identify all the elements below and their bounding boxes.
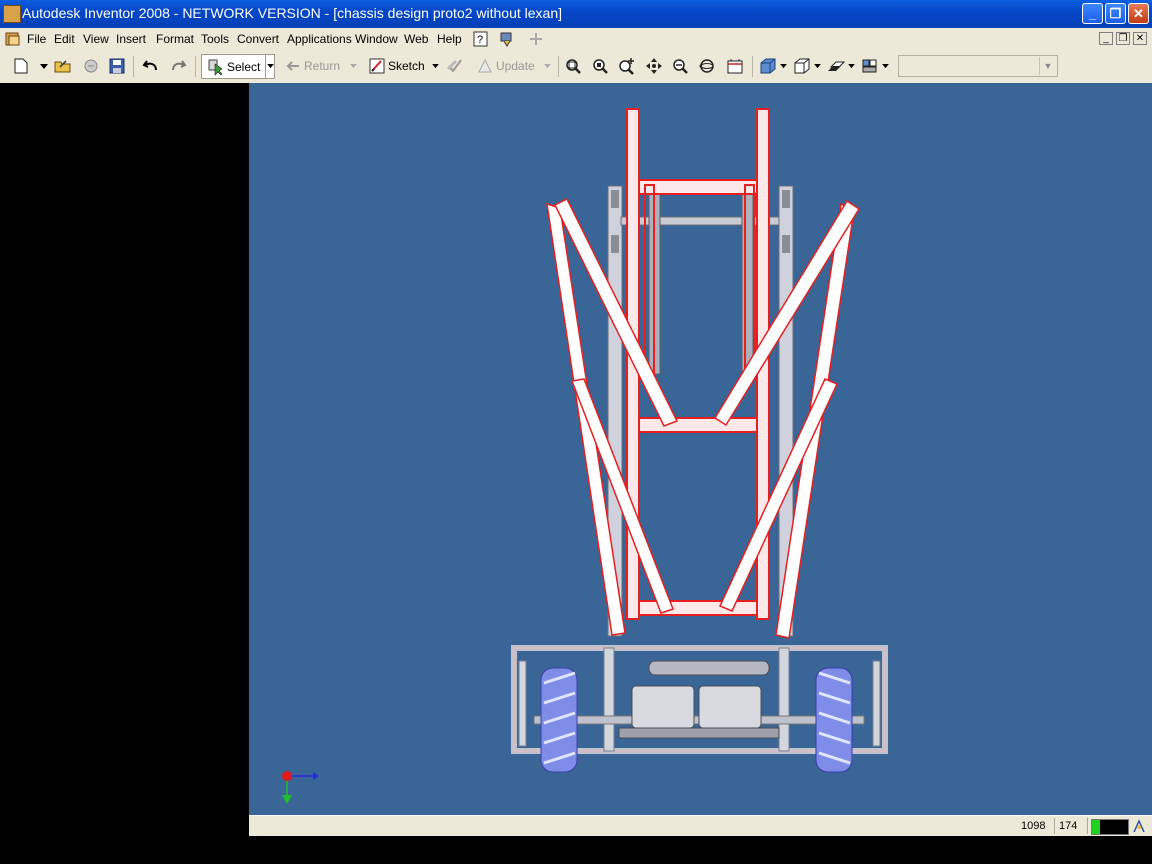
new-document-icon[interactable] <box>12 57 30 75</box>
menu-view[interactable]: View <box>83 32 109 46</box>
rotate-icon[interactable] <box>698 57 716 75</box>
color-combo-box[interactable]: ▼ <box>898 55 1058 77</box>
toolbar-separator <box>195 56 196 77</box>
color-style-icon[interactable] <box>861 57 879 75</box>
select-button[interactable]: Select <box>201 54 275 79</box>
undo-icon[interactable] <box>142 57 160 75</box>
pan-icon[interactable] <box>645 57 663 75</box>
project-icon[interactable] <box>82 57 100 75</box>
memory-meter <box>1091 819 1129 835</box>
mdi-minimize-button[interactable]: _ <box>1099 32 1113 45</box>
app-icon[interactable] <box>3 5 21 23</box>
shadow-icon[interactable] <box>827 57 845 75</box>
menu-edit[interactable]: Edit <box>54 32 75 46</box>
display-mode-icon[interactable] <box>759 57 777 75</box>
chassis-model[interactable] <box>249 83 1152 815</box>
status-signal-icon[interactable] <box>1131 818 1147 834</box>
title-bar: Autodesk Inventor 2008 - NETWORK VERSION… <box>0 0 1152 28</box>
wheel-left[interactable] <box>540 667 578 773</box>
toolbar-separator <box>752 56 753 77</box>
status-y-coordinate: 174 <box>1059 820 1078 832</box>
shadow-dropdown-icon[interactable] <box>848 64 855 69</box>
menu-applications[interactable]: Applications <box>287 32 352 46</box>
menu-format[interactable]: Format <box>156 32 194 46</box>
window-title: Autodesk Inventor 2008 - NETWORK VERSION… <box>22 5 563 21</box>
mdi-close-button[interactable]: ✕ <box>1133 32 1147 45</box>
menu-tools[interactable]: Tools <box>201 32 229 46</box>
update-dropdown-arrow-icon <box>544 64 551 69</box>
open-folder-icon[interactable] <box>54 57 72 75</box>
help-question-icon[interactable]: ? <box>473 31 489 47</box>
wheel-right[interactable] <box>815 667 853 773</box>
finish-sketch-icon[interactable] <box>446 57 464 75</box>
menu-window[interactable]: Window <box>355 32 398 46</box>
look-at-icon[interactable] <box>726 57 744 75</box>
camera-view-dropdown-icon[interactable] <box>814 64 821 69</box>
menu-insert[interactable]: Insert <box>116 32 146 46</box>
motors[interactable] <box>618 660 780 739</box>
cylinder-right[interactable] <box>741 187 754 375</box>
select-dropdown-arrow-icon[interactable] <box>267 64 274 69</box>
color-style-dropdown-icon[interactable] <box>882 64 889 69</box>
menu-web[interactable]: Web <box>404 32 428 46</box>
status-bar: 1098 174 <box>249 815 1152 836</box>
update-label[interactable]: Update <box>496 59 535 73</box>
menu-help[interactable]: Help <box>437 32 462 46</box>
toolbar-separator <box>558 56 559 77</box>
display-mode-dropdown-icon[interactable] <box>780 64 787 69</box>
menu-bar: File Edit View Insert Format Tools Conve… <box>0 28 1152 51</box>
close-button[interactable]: ✕ <box>1128 3 1149 24</box>
new-dropdown-arrow-icon[interactable] <box>40 64 48 70</box>
svg-text:?: ? <box>477 34 483 46</box>
zoom-selected-icon[interactable] <box>671 57 689 75</box>
select-cursor-icon <box>208 59 223 76</box>
sketch-assist-icon[interactable] <box>499 31 515 47</box>
save-icon[interactable] <box>108 57 126 75</box>
zoom-icon[interactable] <box>618 57 636 75</box>
return-dropdown-arrow-icon <box>350 64 357 69</box>
mdi-restore-button[interactable]: ❐ <box>1116 32 1130 45</box>
menu-file[interactable]: File <box>27 32 46 46</box>
select-label: Select <box>227 60 261 74</box>
combo-dropdown-arrow-icon[interactable]: ▼ <box>1039 57 1056 75</box>
browser-panel <box>0 83 249 864</box>
sketch-label[interactable]: Sketch <box>388 59 425 73</box>
graphics-window[interactable] <box>249 83 1152 815</box>
return-label[interactable]: Return <box>304 59 340 73</box>
update-icon <box>478 58 492 73</box>
camera-view-icon[interactable] <box>793 57 811 75</box>
document-icon[interactable] <box>5 31 21 47</box>
return-arrow-icon <box>286 61 299 71</box>
status-x-coordinate: 1098 <box>1021 820 1046 832</box>
coordinate-triad-icon <box>282 771 319 804</box>
sketch-icon[interactable] <box>368 57 386 75</box>
sketch-dropdown-arrow-icon[interactable] <box>432 64 439 69</box>
toolbar-separator <box>133 56 134 77</box>
menu-convert[interactable]: Convert <box>237 32 279 46</box>
maximize-button[interactable]: ❐ <box>1105 3 1126 24</box>
standard-toolbar: Select Return Sketch Update ▼ <box>0 50 1152 84</box>
redo-icon[interactable] <box>169 57 187 75</box>
zoom-all-icon[interactable] <box>564 57 582 75</box>
plus-icon <box>530 33 542 45</box>
minimize-button[interactable]: _ <box>1082 3 1103 24</box>
zoom-window-icon[interactable] <box>591 57 609 75</box>
